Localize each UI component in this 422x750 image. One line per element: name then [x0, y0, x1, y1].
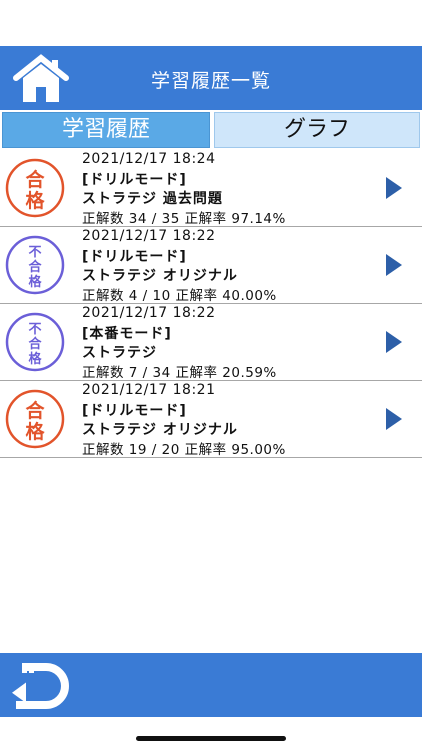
chevron-right-icon[interactable]	[384, 176, 404, 200]
history-row[interactable]: 合 格 2021/12/17 18:21 [ドリルモード] ストラテジ オリジナ…	[0, 381, 422, 458]
fail-stamp-icon: 不 合 格	[5, 312, 65, 372]
header-bar: 学習履歴一覧	[0, 46, 422, 110]
svg-text:格: 格	[25, 189, 45, 212]
pass-stamp-icon: 合 格	[5, 158, 65, 218]
history-row[interactable]: 不 合 格 2021/12/17 18:22 [本番モード] ストラテジ 正解数…	[0, 304, 422, 381]
history-title: ストラテジ オリジナル	[82, 268, 238, 284]
history-mode: [ドリルモード]	[82, 249, 187, 265]
page-title: 学習履歴一覧	[150, 70, 271, 92]
history-score: 正解数 34 / 35 正解率 97.14%	[82, 211, 286, 227]
svg-text:不: 不	[28, 322, 41, 337]
svg-text:格: 格	[25, 420, 45, 443]
back-arrow-icon	[12, 663, 69, 709]
history-row[interactable]: 合 格 2021/12/17 18:24 [ドリルモード] ストラテジ 過去問題…	[0, 150, 422, 227]
fail-stamp-icon: 不 合 格	[5, 235, 65, 295]
history-list: 合 格 2021/12/17 18:24 [ドリルモード] ストラテジ 過去問題…	[0, 150, 422, 458]
svg-text:合: 合	[25, 399, 45, 422]
history-date: 2021/12/17 18:21	[82, 382, 216, 398]
history-date: 2021/12/17 18:22	[82, 305, 216, 321]
history-date: 2021/12/17 18:24	[82, 151, 216, 167]
history-mode: [ドリルモード]	[82, 403, 187, 419]
svg-text:合: 合	[25, 168, 45, 191]
status-bar-area	[0, 0, 422, 46]
history-title: ストラテジ	[82, 345, 157, 361]
chevron-right-icon[interactable]	[384, 407, 404, 431]
history-mode: [本番モード]	[82, 326, 172, 342]
back-button[interactable]	[10, 663, 72, 709]
pass-stamp-icon: 合 格	[5, 389, 65, 449]
history-title: ストラテジ 過去問題	[82, 191, 223, 207]
history-title: ストラテジ オリジナル	[82, 422, 238, 438]
home-indicator	[136, 736, 286, 741]
svg-text:格: 格	[28, 351, 42, 367]
chevron-right-icon[interactable]	[384, 330, 404, 354]
svg-text:合: 合	[28, 259, 42, 275]
svg-text:不: 不	[28, 245, 41, 260]
svg-text:合: 合	[28, 336, 42, 352]
tab-bar: 学習履歴 グラフ	[0, 110, 422, 150]
history-row[interactable]: 不 合 格 2021/12/17 18:22 [ドリルモード] ストラテジ オリ…	[0, 227, 422, 304]
chevron-right-icon[interactable]	[384, 253, 404, 277]
tab-graph[interactable]: グラフ	[214, 112, 420, 148]
history-score: 正解数 4 / 10 正解率 40.00%	[82, 288, 277, 304]
history-mode: [ドリルモード]	[82, 172, 187, 188]
history-score: 正解数 19 / 20 正解率 95.00%	[82, 442, 286, 458]
svg-text:格: 格	[28, 274, 42, 290]
tab-history[interactable]: 学習履歴	[2, 112, 210, 148]
footer-bar	[0, 653, 422, 717]
history-date: 2021/12/17 18:22	[82, 228, 216, 244]
history-score: 正解数 7 / 34 正解率 20.59%	[82, 365, 277, 381]
